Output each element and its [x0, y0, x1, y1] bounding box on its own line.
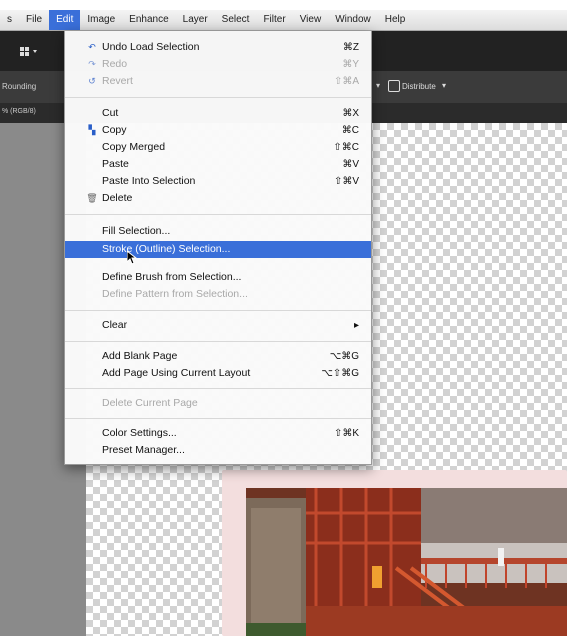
menu-item-preset-manager[interactable]: Preset Manager... [65, 442, 371, 459]
submenu-arrow-icon: ▸ [353, 320, 359, 331]
copy-icon: ▚ [88, 125, 96, 135]
menu-edit[interactable]: Edit [49, 10, 81, 30]
menu-layer[interactable]: Layer [176, 10, 215, 30]
separator [65, 310, 371, 311]
menu-item-delete[interactable]: 🗑 Delete [65, 190, 371, 207]
revert-icon: ↺ [88, 76, 96, 86]
undo-icon: ↶ [88, 42, 96, 52]
separator [65, 388, 371, 389]
menu-bar: s File Edit Image Enhance Layer Select F… [0, 10, 567, 31]
menu-help[interactable]: Help [378, 10, 413, 30]
workspace-switcher-icon[interactable] [20, 46, 54, 58]
document-tab[interactable]: % (RGB/8) [2, 108, 36, 115]
menu-item-cut[interactable]: Cut ⌘X [65, 105, 371, 122]
distribute-icon [388, 80, 400, 92]
menu-item-add-blank-page[interactable]: Add Blank Page ⌥⌘G [65, 348, 371, 365]
trash-icon: 🗑 [86, 193, 98, 203]
separator [65, 214, 371, 215]
menu-window[interactable]: Window [328, 10, 378, 30]
arrow-dropdown-icon[interactable]: ▾ [376, 81, 380, 90]
menu-select[interactable]: Select [215, 10, 257, 30]
menu-enhance[interactable]: Enhance [122, 10, 175, 30]
menu-image[interactable]: Image [80, 10, 122, 30]
menu-item-fill-selection[interactable]: Fill Selection... [65, 223, 371, 240]
menu-item-color-settings[interactable]: Color Settings... ⇧⌘K [65, 425, 371, 442]
distribute-dropdown[interactable]: Distribute [402, 82, 436, 91]
edit-menu: ↶ Undo Load Selection ⌘Z ↷ Redo ⌘Y ↺ Rev… [64, 31, 372, 465]
menu-item-stroke-selection[interactable]: Stroke (Outline) Selection... [65, 241, 371, 258]
menu-item-clear[interactable]: Clear ▸ [65, 317, 371, 334]
mouse-cursor-icon [126, 249, 138, 265]
separator [65, 97, 371, 98]
menu-truncated[interactable]: s [0, 10, 19, 30]
menu-item-delete-current-page: Delete Current Page [102, 397, 198, 409]
menu-item-revert: ↺ Revert ⇧⌘A [65, 73, 371, 90]
separator [65, 341, 371, 342]
menu-item-define-brush[interactable]: Define Brush from Selection... [65, 269, 371, 286]
menu-item-define-pattern: Define Pattern from Selection... [102, 288, 248, 300]
rounding-label: Rounding [2, 82, 37, 91]
menu-item-redo: ↷ Redo ⌘Y [65, 56, 371, 73]
redo-icon: ↷ [88, 59, 96, 69]
menu-file[interactable]: File [19, 10, 49, 30]
menu-item-add-page-current-layout[interactable]: Add Page Using Current Layout ⌥⇧⌘G [65, 365, 371, 382]
menu-view[interactable]: View [293, 10, 329, 30]
menu-item-copy[interactable]: ▚ Copy ⌘C [65, 122, 371, 139]
menu-item-paste-into-selection[interactable]: Paste Into Selection ⇧⌘V [65, 173, 371, 190]
separator [65, 418, 371, 419]
distribute-chevron-icon: ▾ [442, 81, 447, 90]
menu-item-undo[interactable]: ↶ Undo Load Selection ⌘Z [65, 39, 371, 56]
bridge-photo[interactable] [246, 488, 567, 636]
menu-filter[interactable]: Filter [256, 10, 292, 30]
menu-item-copy-merged[interactable]: Copy Merged ⇧⌘C [65, 139, 371, 156]
menu-item-paste[interactable]: Paste ⌘V [65, 156, 371, 173]
